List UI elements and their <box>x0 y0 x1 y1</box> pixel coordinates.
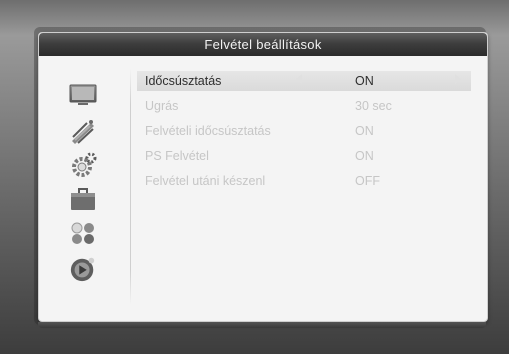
menu-row-value: ON <box>355 74 374 88</box>
menu-row-label: PS Felvétel <box>145 149 209 163</box>
menu-row-standby-after-recording[interactable]: Felvétel utáni készenl OFF <box>137 171 471 191</box>
recording-settings-dialog: Felvétel beállítások Időcsúsztatás ON Ug… <box>38 32 488 322</box>
briefcase-icon[interactable] <box>69 185 97 213</box>
record-media-icon[interactable] <box>69 255 97 283</box>
category-sidebar <box>39 63 127 309</box>
satellite-dish-icon[interactable] <box>69 117 97 145</box>
menu-row-label: Ugrás <box>145 99 179 113</box>
dots-games-icon[interactable] <box>69 219 97 247</box>
menu-row-timeshift[interactable]: Időcsúsztatás ON <box>137 71 471 91</box>
arrow-right-icon[interactable] <box>455 74 461 84</box>
bottom-bar <box>38 322 486 328</box>
menu-row-value: OFF <box>355 174 380 188</box>
gear-settings-icon[interactable] <box>69 151 97 179</box>
menu-row-value: ON <box>355 149 374 163</box>
settings-menu: Időcsúsztatás ON Ugrás 30 sec Felvételi … <box>137 71 471 196</box>
tv-monitor-icon[interactable] <box>69 81 97 109</box>
menu-row-label: Időcsúsztatás <box>145 74 222 88</box>
menu-row-label: Felvétel utáni készenl <box>145 174 266 188</box>
dialog-title: Felvétel beállítások <box>204 37 322 52</box>
title-bar: Felvétel beállítások <box>39 33 487 56</box>
menu-row-jump[interactable]: Ugrás 30 sec <box>137 96 471 116</box>
menu-row-label: Felvételi időcsúsztatás <box>145 124 271 138</box>
arrow-left-icon[interactable] <box>296 74 302 84</box>
menu-row-recording-timeshift[interactable]: Felvételi időcsúsztatás ON <box>137 121 471 141</box>
menu-row-ps-recording[interactable]: PS Felvétel ON <box>137 146 471 166</box>
menu-row-value: 30 sec <box>355 99 392 113</box>
sidebar-divider <box>130 69 131 305</box>
menu-row-value: ON <box>355 124 374 138</box>
